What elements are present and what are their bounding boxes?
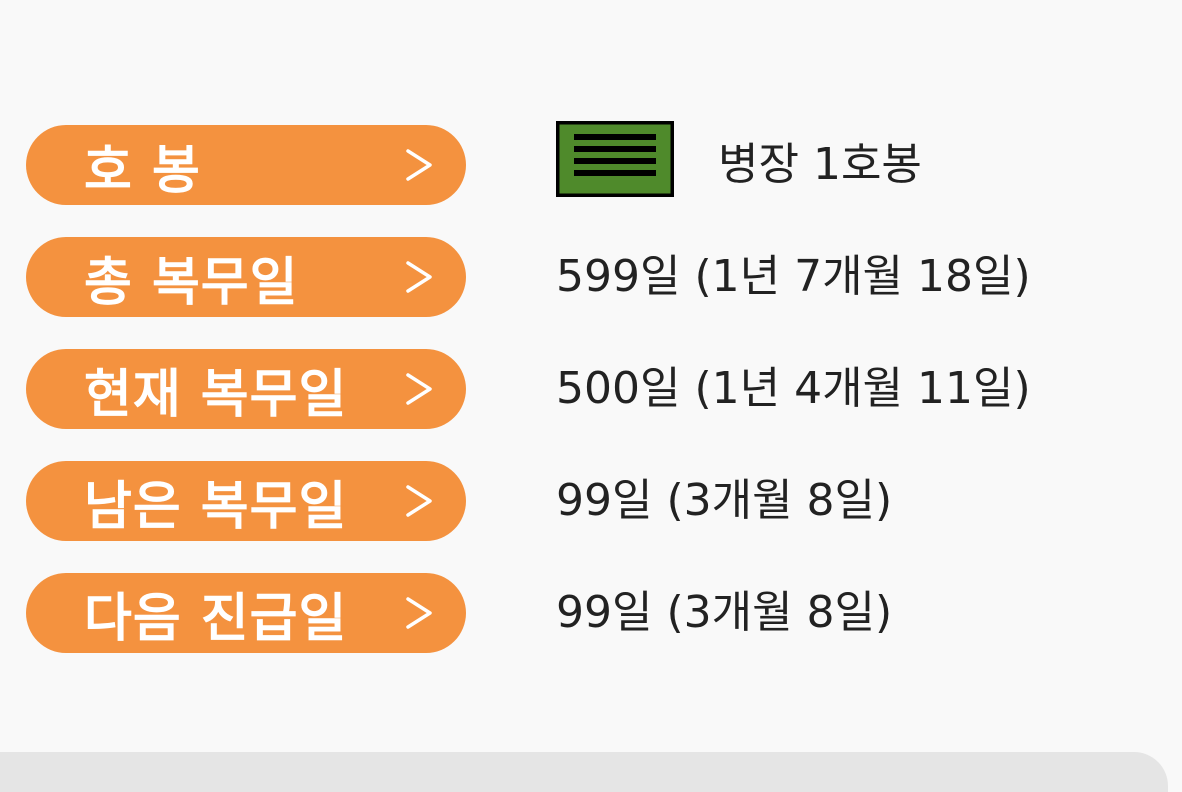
info-row-current-service: 현재 복무일 500일 (1년 4개월 11일) xyxy=(26,349,1126,429)
next-promotion-value: 99일 (3개월 8일) xyxy=(556,587,893,638)
sergeant-rank-insignia-icon xyxy=(556,121,674,197)
current-service-label: 현재 복무일 xyxy=(84,365,348,425)
pay-grade-label: 호 봉 xyxy=(84,141,201,201)
next-promotion-label: 다음 진급일 xyxy=(84,589,348,649)
info-row-next-promotion: 다음 진급일 99일 (3개월 8일) xyxy=(26,573,1126,653)
chevron-right-icon xyxy=(406,597,432,629)
chevron-right-icon xyxy=(406,261,432,293)
total-service-button[interactable]: 총 복무일 xyxy=(26,237,466,317)
pay-grade-button[interactable]: 호 봉 xyxy=(26,125,466,205)
rank-text: 병장 1호봉 xyxy=(718,139,922,190)
total-service-label: 총 복무일 xyxy=(84,253,299,313)
remaining-service-value: 99일 (3개월 8일) xyxy=(556,475,893,526)
current-service-value: 500일 (1년 4개월 11일) xyxy=(556,363,1031,414)
chevron-right-icon xyxy=(406,373,432,405)
remaining-service-button[interactable]: 남은 복무일 xyxy=(26,461,466,541)
next-promotion-button[interactable]: 다음 진급일 xyxy=(26,573,466,653)
bottom-sheet xyxy=(0,752,1168,792)
total-service-value: 599일 (1년 7개월 18일) xyxy=(556,251,1031,302)
info-row-remaining-service: 남은 복무일 99일 (3개월 8일) xyxy=(26,461,1126,541)
chevron-right-icon xyxy=(406,149,432,181)
current-service-button[interactable]: 현재 복무일 xyxy=(26,349,466,429)
chevron-right-icon xyxy=(406,485,432,517)
remaining-service-label: 남은 복무일 xyxy=(84,477,348,537)
info-row-pay-grade: 호 봉 병장 1호봉 xyxy=(26,121,1126,205)
info-row-total-service: 총 복무일 599일 (1년 7개월 18일) xyxy=(26,237,1126,317)
